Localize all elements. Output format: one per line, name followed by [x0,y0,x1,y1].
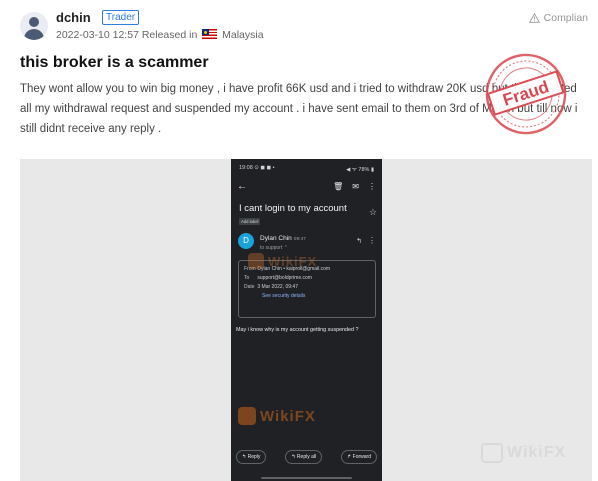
date-key: Date [244,284,255,290]
watermark-gallery-text: WikiFX [507,444,567,461]
watermark-phone-text: WikiFX [260,407,316,425]
wikifx-logo-icon [481,443,503,463]
sender-avatar: D [238,233,254,249]
reply-all-button: ↰ Reply all [285,450,323,464]
to-key: To [244,275,250,281]
forward-btn-icon: ↱ [347,454,352,460]
reply-button: ↰ Reply [236,450,267,464]
post-country: Malaysia [222,29,264,41]
trader-badge: Trader [102,10,140,25]
wikifx-logo-icon [238,407,256,425]
post-title: this broker is a scammer [20,54,209,71]
security-details-link: See security details [262,293,306,299]
watermark-mid: WikiFX [248,253,317,269]
to-value: support@boldprime.com [257,275,312,281]
more-vert-icon: ⋮ [368,182,376,191]
email-subject: I cant login to my account [239,203,347,214]
complain-label: Complian [543,12,588,24]
watermark-mid-text: WikiFX [268,253,318,269]
date-value: 3 Mar 2022, 09:47 [257,284,298,290]
reply-btn-icon: ↰ [242,454,247,460]
post-date: 2022-03-10 12:57 [56,29,139,41]
home-indicator [261,477,352,479]
post-content: They wont allow you to win big money , i… [20,83,578,135]
post-header: dchin Trader 2022-03-10 12:57 Released i… [20,10,588,44]
reply-all-label: Reply all [296,454,317,460]
reply-label: Reply [247,454,261,460]
reply-all-btn-icon: ↰ [291,454,296,460]
email-body: May i know why is my account getting sus… [236,327,359,333]
post-meta: 2022-03-10 12:57 Released in Malaysia [56,29,264,41]
reply-icon: ↰ [356,238,362,245]
avatar-head [29,17,39,27]
status-left: 19:08 ⊙ ◼ ◼ • [239,165,275,171]
watermark-gallery: WikiFX [481,443,566,463]
email-toolbar: ← 🗑 ✉ ⋮ [237,181,376,195]
forward-button: ↱ Forward [341,450,377,464]
watermark-phone: WikiFX [238,407,316,425]
mail-icon: ✉ [352,182,359,191]
released-prefix: Released in [141,29,198,41]
malaysia-flag-icon [202,29,218,39]
warning-icon [528,13,540,23]
sender-more-icon: ⋮ [368,236,376,245]
email-actions: ↰ Reply ↰ Reply all ↱ Forward [236,450,377,464]
username[interactable]: dchin [56,10,91,25]
add-label-chip: Add label [239,218,261,225]
wikifx-logo-icon [248,253,264,269]
delete-icon: 🗑 [333,182,344,191]
forward-label: Forward [352,454,371,460]
avatar-body [24,29,44,40]
star-icon: ☆ [368,207,377,217]
back-arrow-icon: ← [237,181,247,192]
sender-line: Dylan Chin 09:47 [260,235,306,242]
email-screenshot[interactable]: 19:08 ⊙ ◼ ◼ • ◀ ᯤ 78% ▮ ← 🗑 ✉ ⋮ I cant l… [231,159,382,481]
complain-button[interactable]: Complian [528,12,588,24]
toolbar-icons: 🗑 ✉ ⋮ [333,182,376,191]
avatar[interactable] [20,12,48,40]
sender-name: Dylan Chin [260,235,292,242]
to-line: to support ⌃ [260,245,288,251]
status-right: ◀ ᯤ 78% ▮ [346,167,374,173]
sender-time: 09:47 [293,237,306,242]
phone-status-bar: 19:08 ⊙ ◼ ◼ • ◀ ᯤ 78% ▮ [239,165,374,173]
